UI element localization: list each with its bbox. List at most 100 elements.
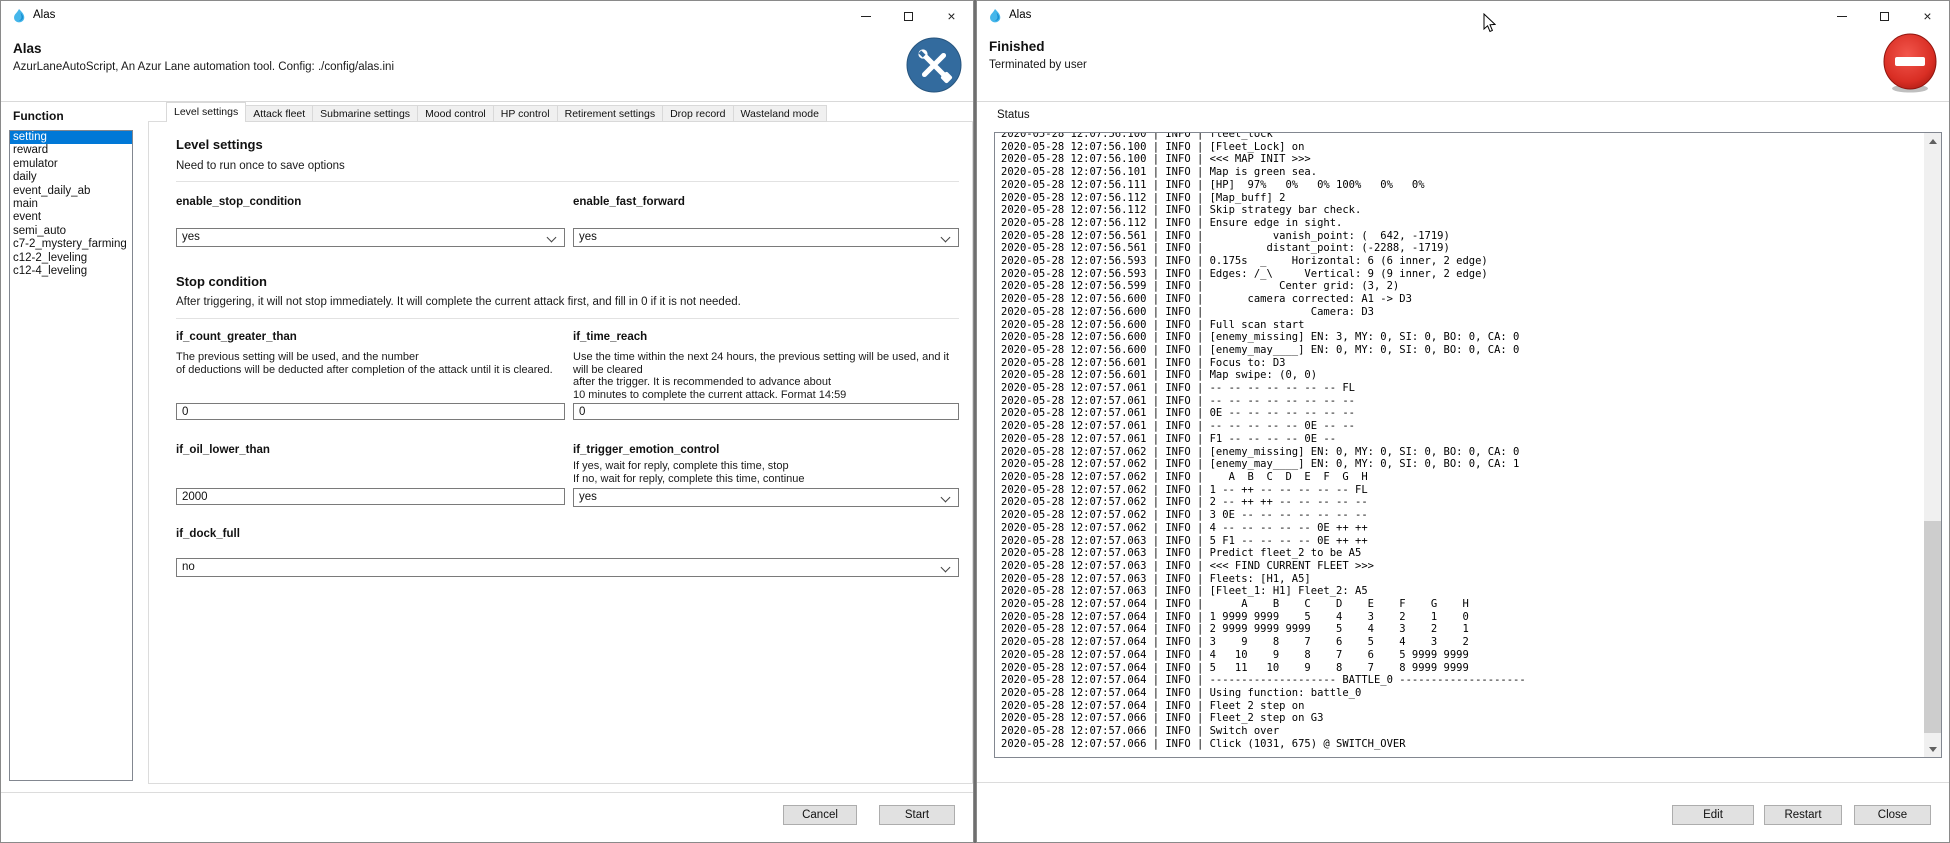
tools-icon bbox=[906, 37, 962, 95]
tab-hp-control[interactable]: HP control bbox=[494, 105, 558, 122]
function-listbox[interactable]: settingrewardemulatordailyevent_daily_ab… bbox=[9, 130, 133, 781]
cancel-button[interactable]: Cancel bbox=[783, 805, 857, 825]
tab-submarine-settings[interactable]: Submarine settings bbox=[313, 105, 418, 122]
scrollbar-thumb[interactable] bbox=[1924, 521, 1941, 733]
tab-drop-record[interactable]: Drop record bbox=[663, 105, 733, 122]
window-title: Alas bbox=[33, 9, 55, 21]
close-button[interactable]: × bbox=[1906, 1, 1949, 31]
sidebar-item-main[interactable]: main bbox=[10, 198, 132, 211]
log-line: 2020-05-28 12:07:56.601 | INFO | Focus t… bbox=[1001, 357, 1923, 370]
alas-status-window: Alas × Finished Terminated by user bbox=[976, 0, 1950, 843]
log-line: 2020-05-28 12:07:56.100 | INFO | [Fleet_… bbox=[1001, 141, 1923, 154]
log-line: 2020-05-28 12:07:57.064 | INFO | 1 9999 … bbox=[1001, 611, 1923, 624]
log-line: 2020-05-28 12:07:56.112 | INFO | Ensure … bbox=[1001, 217, 1923, 230]
log-line: 2020-05-28 12:07:57.061 | INFO | -- -- -… bbox=[1001, 395, 1923, 408]
section-desc-stop-condition: After triggering, it will not stop immed… bbox=[176, 296, 741, 308]
if-time-reach-input[interactable] bbox=[573, 403, 959, 420]
minimize-button[interactable] bbox=[1820, 1, 1863, 31]
alas-logo-icon bbox=[11, 8, 27, 24]
section-desc-level-settings: Need to run once to save options bbox=[176, 160, 345, 172]
log-line: 2020-05-28 12:07:57.062 | INFO | A B C D… bbox=[1001, 471, 1923, 484]
log-line: 2020-05-28 12:07:56.599 | INFO | Center … bbox=[1001, 280, 1923, 293]
log-line: 2020-05-28 12:07:56.101 | INFO | Map is … bbox=[1001, 166, 1923, 179]
status-log[interactable]: 2020-05-28 12:07:56.100 | INFO | fleet_l… bbox=[994, 132, 1942, 758]
enable-fast-forward-value: yes bbox=[579, 231, 597, 243]
log-line: 2020-05-28 12:07:57.066 | INFO | Click (… bbox=[1001, 738, 1923, 751]
label-if-dock-full: if_dock_full bbox=[176, 528, 240, 540]
if-dock-full-select[interactable]: no bbox=[176, 558, 959, 577]
scroll-down-button[interactable] bbox=[1924, 741, 1941, 757]
footer-divider bbox=[1, 792, 973, 793]
enable-fast-forward-select[interactable]: yes bbox=[573, 228, 959, 247]
titlebar[interactable]: Alas × bbox=[977, 1, 1949, 31]
log-line: 2020-05-28 12:07:57.064 | INFO | 2 9999 … bbox=[1001, 623, 1923, 636]
log-line: 2020-05-28 12:07:57.063 | INFO | Fleets:… bbox=[1001, 573, 1923, 586]
sidebar-item-c12-2-leveling[interactable]: c12-2_leveling bbox=[10, 252, 132, 265]
if-trigger-emotion-control-value: yes bbox=[579, 491, 597, 503]
window-title: Alas bbox=[1009, 9, 1031, 21]
log-line: 2020-05-28 12:07:56.100 | INFO | fleet_l… bbox=[1001, 132, 1923, 141]
edit-button[interactable]: Edit bbox=[1672, 805, 1754, 825]
start-button[interactable]: Start bbox=[879, 805, 955, 825]
log-line: 2020-05-28 12:07:56.561 | INFO | distant… bbox=[1001, 242, 1923, 255]
log-line: 2020-05-28 12:07:57.061 | INFO | 0E -- -… bbox=[1001, 407, 1923, 420]
desc-if-time-reach: Use the time within the next 24 hours, t… bbox=[573, 351, 968, 401]
close-icon: × bbox=[947, 9, 955, 23]
tab-attack-fleet[interactable]: Attack fleet bbox=[246, 105, 313, 122]
log-line: 2020-05-28 12:07:57.062 | INFO | 2 -- ++… bbox=[1001, 496, 1923, 509]
if-oil-lower-than-input[interactable] bbox=[176, 488, 565, 505]
restart-button[interactable]: Restart bbox=[1764, 805, 1842, 825]
log-line: 2020-05-28 12:07:56.593 | INFO | Edges: … bbox=[1001, 268, 1923, 281]
maximize-button[interactable] bbox=[1863, 1, 1906, 31]
function-label: Function bbox=[13, 109, 64, 123]
log-line: 2020-05-28 12:07:57.064 | INFO | 4 10 9 … bbox=[1001, 649, 1923, 662]
sidebar-item-emulator[interactable]: emulator bbox=[10, 158, 132, 171]
scroll-up-button[interactable] bbox=[1924, 133, 1941, 149]
sidebar-item-c7-2-mystery-farming[interactable]: c7-2_mystery_farming bbox=[10, 238, 132, 251]
sidebar-item-event[interactable]: event bbox=[10, 211, 132, 224]
close-button[interactable]: × bbox=[930, 1, 973, 31]
minimize-button[interactable] bbox=[844, 1, 887, 31]
sidebar-item-daily[interactable]: daily bbox=[10, 171, 132, 184]
desc-if-count-greater-than: The previous setting will be used, and t… bbox=[176, 351, 571, 376]
enable-stop-condition-select[interactable]: yes bbox=[176, 228, 565, 247]
log-line: 2020-05-28 12:07:57.063 | INFO | <<< FIN… bbox=[1001, 560, 1923, 573]
label-if-time-reach: if_time_reach bbox=[573, 331, 647, 343]
log-line: 2020-05-28 12:07:57.062 | INFO | 1 -- ++… bbox=[1001, 484, 1923, 497]
log-line: 2020-05-28 12:07:56.561 | INFO | vanish_… bbox=[1001, 230, 1923, 243]
status-subtitle: Terminated by user bbox=[989, 59, 1087, 71]
log-line: 2020-05-28 12:07:57.064 | INFO | 5 11 10… bbox=[1001, 662, 1923, 675]
log-line: 2020-05-28 12:07:57.064 | INFO | -------… bbox=[1001, 674, 1923, 687]
tab-bar: Level settingsAttack fleetSubmarine sett… bbox=[166, 102, 827, 122]
log-line: 2020-05-28 12:07:57.064 | INFO | Fleet 2… bbox=[1001, 700, 1923, 713]
log-line: 2020-05-28 12:07:57.064 | INFO | 3 9 8 7… bbox=[1001, 636, 1923, 649]
section-heading-stop-condition: Stop condition bbox=[176, 274, 267, 289]
log-line: 2020-05-28 12:07:57.061 | INFO | -- -- -… bbox=[1001, 420, 1923, 433]
tab-level-settings[interactable]: Level settings bbox=[166, 102, 246, 122]
if-count-greater-than-input[interactable] bbox=[176, 403, 565, 420]
log-line: 2020-05-28 12:07:57.062 | INFO | 3 0E --… bbox=[1001, 509, 1923, 522]
label-if-count-greater-than: if_count_greater_than bbox=[176, 331, 297, 343]
log-line: 2020-05-28 12:07:57.061 | INFO | F1 -- -… bbox=[1001, 433, 1923, 446]
sidebar-item-c12-4-leveling[interactable]: c12-4_leveling bbox=[10, 265, 132, 278]
log-scrollbar[interactable] bbox=[1924, 133, 1941, 757]
sidebar-item-reward[interactable]: reward bbox=[10, 144, 132, 157]
sidebar-item-setting[interactable]: setting bbox=[10, 131, 132, 144]
maximize-icon bbox=[1880, 12, 1889, 21]
log-line: 2020-05-28 12:07:56.112 | INFO | [Map_bu… bbox=[1001, 192, 1923, 205]
titlebar[interactable]: Alas × bbox=[1, 1, 973, 31]
tab-mood-control[interactable]: Mood control bbox=[418, 105, 494, 122]
settings-panel bbox=[148, 121, 973, 784]
maximize-icon bbox=[904, 12, 913, 21]
footer-divider bbox=[977, 782, 1949, 783]
sidebar-item-event-daily-ab[interactable]: event_daily_ab bbox=[10, 185, 132, 198]
maximize-button[interactable] bbox=[887, 1, 930, 31]
enable-stop-condition-value: yes bbox=[182, 231, 200, 243]
sidebar-item-semi-auto[interactable]: semi_auto bbox=[10, 225, 132, 238]
if-trigger-emotion-control-select[interactable]: yes bbox=[573, 488, 959, 507]
tab-retirement-settings[interactable]: Retirement settings bbox=[558, 105, 663, 122]
log-line: 2020-05-28 12:07:56.600 | INFO | Camera:… bbox=[1001, 306, 1923, 319]
chevron-down-icon bbox=[941, 563, 951, 573]
tab-wasteland-mode[interactable]: Wasteland mode bbox=[734, 105, 827, 122]
close-window-button[interactable]: Close bbox=[1854, 805, 1931, 825]
